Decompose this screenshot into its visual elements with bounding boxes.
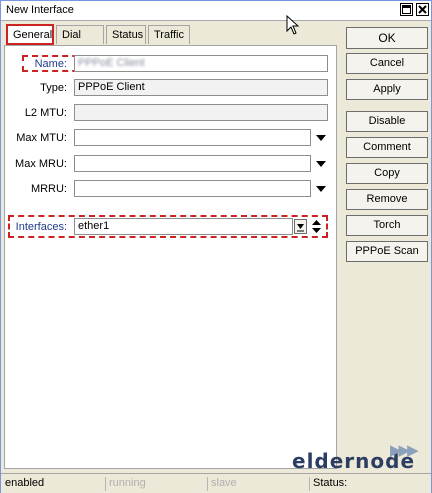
type-label: Type: (40, 82, 67, 94)
general-panel: Name: PPPoE Client Type: PPPoE Client L2… (4, 45, 337, 469)
copy-button[interactable]: Copy (346, 163, 428, 184)
apply-button[interactable]: Apply (346, 79, 428, 100)
status-slave: slave (207, 477, 237, 491)
ok-button[interactable]: OK (346, 27, 428, 49)
interfaces-dropdown-button[interactable] (294, 219, 307, 234)
status-running: running (105, 477, 146, 491)
type-field: PPPoE Client (74, 79, 328, 96)
mrru-field[interactable] (74, 180, 311, 197)
close-icon (418, 5, 427, 14)
close-button[interactable] (416, 3, 429, 16)
disable-button[interactable]: Disable (346, 111, 428, 132)
mrru-dropdown-icon[interactable] (316, 186, 326, 192)
up-down-arrow-icon (312, 220, 321, 233)
max-mtu-field[interactable] (74, 129, 311, 146)
watermark-part1: elder (292, 449, 356, 473)
tab-traffic[interactable]: Traffic (148, 25, 190, 44)
name-label: Name: (34, 58, 67, 70)
interfaces-select[interactable]: ether1 (74, 218, 293, 235)
max-mtu-label: Max MTU: (16, 132, 67, 144)
title-bar[interactable]: New Interface (1, 1, 431, 21)
maximize-icon (402, 5, 411, 14)
window-title: New Interface (6, 4, 74, 16)
max-mru-field[interactable] (74, 155, 311, 172)
watermark-arrows-icon: ▶▶▶ (390, 442, 419, 459)
tab-dial-out[interactable]: Dial Out (56, 25, 104, 60)
name-value: PPPoE Client (78, 57, 145, 69)
max-mru-dropdown-icon[interactable] (316, 161, 326, 167)
status-enabled: enabled (5, 477, 45, 489)
cancel-button[interactable]: Cancel (346, 53, 428, 74)
max-mru-label: Max MRU: (15, 158, 67, 170)
l2mtu-field (74, 104, 328, 121)
maximize-button[interactable] (400, 3, 413, 16)
status-label: Status: (309, 477, 347, 491)
torch-button[interactable]: Torch (346, 215, 428, 236)
status-bar: enabled running slave Status: (1, 473, 431, 493)
dropdown-arrow-icon (297, 224, 304, 232)
tab-status[interactable]: Status (106, 25, 146, 44)
mouse-cursor-icon (286, 15, 300, 35)
mrru-label: MRRU: (30, 183, 67, 195)
tab-general[interactable]: General (6, 24, 54, 45)
interfaces-label: Interfaces: (15, 221, 67, 233)
pppoe-scan-button[interactable]: PPPoE Scan (346, 241, 428, 262)
l2mtu-label: L2 MTU: (24, 107, 67, 119)
comment-button[interactable]: Comment (346, 137, 428, 158)
remove-button[interactable]: Remove (346, 189, 428, 210)
new-interface-window: New Interface General Dial Out Status Tr… (0, 0, 432, 493)
interfaces-add-remove-button[interactable] (310, 219, 323, 234)
max-mtu-dropdown-icon[interactable] (316, 135, 326, 141)
name-field[interactable]: PPPoE Client (74, 55, 328, 72)
